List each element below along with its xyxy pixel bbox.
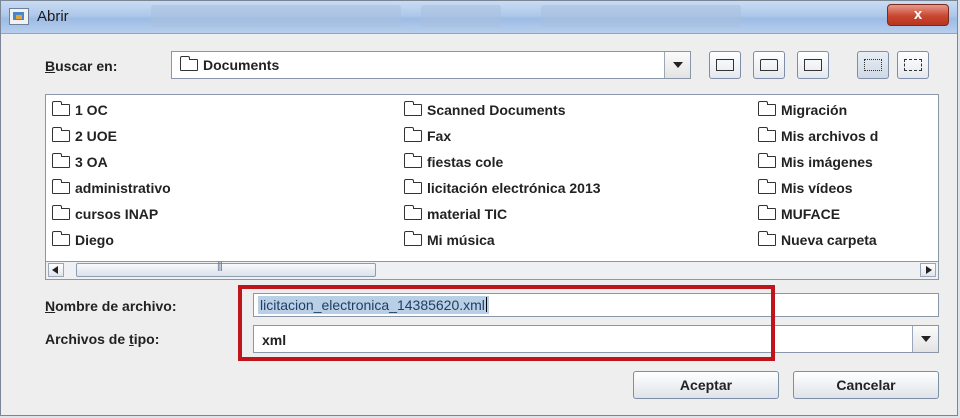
look-in-label: Buscar en: (45, 58, 118, 74)
folder-icon (757, 205, 776, 220)
chevron-down-icon (673, 62, 683, 68)
list-item[interactable]: Scanned Documents (403, 101, 601, 127)
horizontal-scrollbar[interactable] (45, 261, 939, 280)
list-item[interactable]: Nueva carpeta (757, 231, 878, 257)
list-item[interactable]: Diego (51, 231, 171, 257)
folder-icon (757, 231, 776, 246)
close-button[interactable]: x (887, 4, 949, 26)
chevron-right-icon (926, 266, 932, 274)
java-cup-icon (9, 8, 29, 25)
folder-icon (403, 101, 422, 116)
blurred-background (541, 5, 741, 27)
file-column-2: Scanned Documents Fax fiestas cole licit… (403, 101, 601, 257)
open-dialog: Abrir x Buscar en: Documents 1 OC 2 UOE … (0, 0, 958, 416)
list-item[interactable]: Fax (403, 127, 601, 153)
list-item[interactable]: licitación electrónica 2013 (403, 179, 601, 205)
folder-icon (757, 179, 776, 194)
look-in-combo[interactable]: Documents (171, 51, 691, 79)
list-item[interactable]: Migración (757, 101, 878, 127)
up-folder-button[interactable] (709, 51, 741, 79)
up-folder-icon (716, 59, 734, 71)
home-icon (760, 59, 778, 71)
close-icon: x (913, 6, 923, 23)
list-view-button[interactable] (857, 51, 889, 79)
title-bar[interactable]: Abrir x (1, 1, 957, 34)
accept-button[interactable]: Aceptar (633, 371, 779, 399)
folder-icon (757, 153, 776, 168)
filename-value: licitacion_electronica_14385620.xml (258, 296, 489, 314)
folder-icon (403, 179, 422, 194)
look-in-value: Documents (203, 57, 280, 73)
folder-icon (403, 205, 422, 220)
list-item[interactable]: 3 OA (51, 153, 171, 179)
filetype-label: Archivos de tipo: (45, 331, 160, 347)
blurred-background (421, 5, 501, 27)
folder-icon (403, 153, 422, 168)
filetype-combo[interactable]: xml (253, 325, 939, 353)
list-item[interactable]: administrativo (51, 179, 171, 205)
folder-icon (179, 56, 198, 71)
scroll-right-button[interactable] (920, 263, 936, 277)
folder-icon (51, 127, 70, 142)
list-item[interactable]: cursos INAP (51, 205, 171, 231)
file-list[interactable]: 1 OC 2 UOE 3 OA administrativo cursos IN… (45, 94, 939, 262)
blurred-background (151, 5, 401, 27)
details-view-button[interactable] (897, 51, 929, 79)
folder-icon (51, 153, 70, 168)
new-folder-icon (804, 59, 822, 71)
list-item[interactable]: Mi música (403, 231, 601, 257)
look-in-dropdown-button[interactable] (664, 52, 690, 78)
chevron-left-icon (52, 266, 58, 274)
new-folder-button[interactable] (797, 51, 829, 79)
details-view-icon (904, 59, 922, 71)
list-item[interactable]: 2 UOE (51, 127, 171, 153)
folder-icon (403, 127, 422, 142)
chevron-down-icon (921, 336, 931, 342)
list-item[interactable]: 1 OC (51, 101, 171, 127)
folder-icon (51, 205, 70, 220)
filename-label: Nombre de archivo: (45, 298, 177, 314)
file-column-1: 1 OC 2 UOE 3 OA administrativo cursos IN… (51, 101, 171, 257)
folder-icon (51, 179, 70, 194)
filename-input[interactable]: licitacion_electronica_14385620.xml (253, 293, 939, 317)
list-item[interactable]: MUFACE (757, 205, 878, 231)
filetype-value: xml (262, 332, 287, 348)
list-item[interactable]: Mis archivos d (757, 127, 878, 153)
list-item[interactable]: Mis vídeos (757, 179, 878, 205)
dialog-title: Abrir (37, 8, 69, 25)
filetype-dropdown-button[interactable] (912, 326, 938, 352)
scroll-thumb[interactable] (76, 261, 376, 277)
folder-icon (757, 127, 776, 142)
folder-icon (757, 101, 776, 116)
scroll-left-button[interactable] (48, 263, 64, 277)
list-item[interactable]: Mis imágenes (757, 153, 878, 179)
list-item[interactable]: material TIC (403, 205, 601, 231)
cancel-button[interactable]: Cancelar (793, 371, 939, 399)
home-button[interactable] (753, 51, 785, 79)
folder-icon (51, 231, 70, 246)
list-view-icon (864, 59, 882, 71)
folder-icon (51, 101, 70, 116)
list-item[interactable]: fiestas cole (403, 153, 601, 179)
folder-icon (403, 231, 422, 246)
file-column-3: Migración Mis archivos d Mis imágenes Mi… (757, 101, 878, 257)
